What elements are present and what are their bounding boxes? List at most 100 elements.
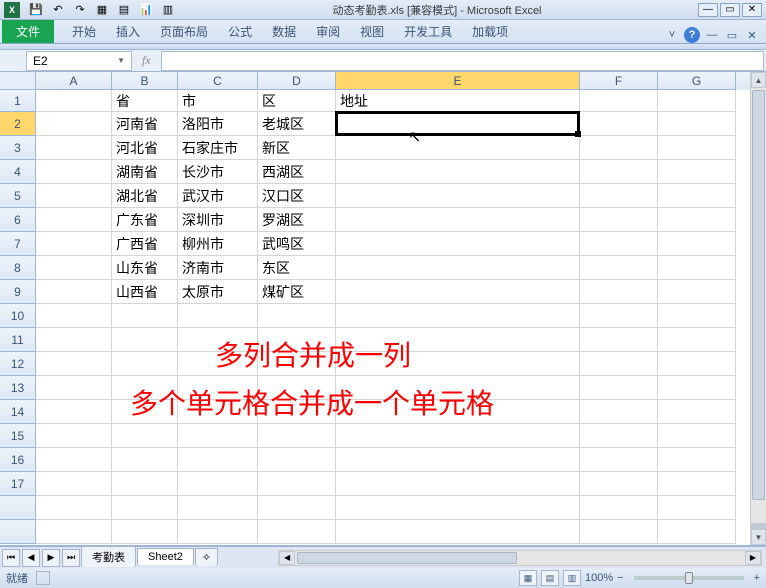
tab-view[interactable]: 视图 [350,20,394,43]
cell[interactable] [112,352,178,376]
cell[interactable] [36,160,112,184]
cell[interactable] [336,424,580,448]
maximize-button[interactable]: ▭ [720,3,740,17]
undo-icon[interactable]: ↶ [50,2,66,18]
row-head-5[interactable]: 5 [0,184,36,208]
cell[interactable] [580,352,658,376]
cell[interactable] [658,328,736,352]
cell[interactable] [580,304,658,328]
help-icon[interactable]: ? [684,27,700,43]
cell[interactable] [658,376,736,400]
view-normal-icon[interactable]: ▦ [519,570,537,586]
cell[interactable] [580,160,658,184]
cell[interactable] [580,496,658,520]
cell[interactable] [178,328,258,352]
row-head-9[interactable]: 9 [0,280,36,304]
cell[interactable] [112,304,178,328]
select-all-corner[interactable] [0,72,36,90]
cell[interactable] [658,472,736,496]
scroll-down-icon[interactable]: ▼ [751,529,766,545]
vscroll-thumb[interactable] [752,90,765,500]
col-head-F[interactable]: F [580,72,658,90]
cell[interactable] [580,208,658,232]
cell[interactable]: 深圳市 [178,208,258,232]
cell[interactable] [258,304,336,328]
row-head-16[interactable]: 16 [0,448,36,472]
tab-nav-next-icon[interactable]: ▶ [42,549,60,567]
cell[interactable] [580,90,658,112]
redo-icon[interactable]: ↷ [72,2,88,18]
cell[interactable] [336,448,580,472]
row-head-4[interactable]: 4 [0,160,36,184]
name-box[interactable]: E2 ▼ [26,51,132,71]
row-head-13[interactable]: 13 [0,376,36,400]
cell[interactable] [580,520,658,544]
sheet-tab-2[interactable]: Sheet2 [137,548,194,565]
cell[interactable]: 罗湖区 [258,208,336,232]
cell[interactable] [336,472,580,496]
cell[interactable] [112,496,178,520]
cell[interactable] [336,232,580,256]
horizontal-scrollbar[interactable]: ◀ ▶ [278,550,762,566]
cell[interactable] [178,472,258,496]
cell[interactable] [178,448,258,472]
cell[interactable] [658,256,736,280]
row-head-14[interactable]: 14 [0,400,36,424]
cell[interactable] [580,472,658,496]
cell[interactable] [258,520,336,544]
col-head-E[interactable]: E [336,72,580,90]
cell[interactable] [258,400,336,424]
cell[interactable] [112,376,178,400]
cell[interactable] [36,280,112,304]
qat-icon-3[interactable]: 📊 [138,2,154,18]
cell[interactable] [36,184,112,208]
cell[interactable] [36,232,112,256]
cell[interactable] [658,496,736,520]
cell[interactable] [658,208,736,232]
cell[interactable] [336,256,580,280]
cell[interactable] [336,328,580,352]
view-break-icon[interactable]: ▥ [563,570,581,586]
cell[interactable] [658,136,736,160]
hscroll-thumb[interactable] [297,552,517,564]
cell[interactable]: 长沙市 [178,160,258,184]
cell[interactable] [658,160,736,184]
tab-data[interactable]: 数据 [262,20,306,43]
workbook-close-icon[interactable]: ✕ [744,27,760,43]
cell[interactable] [658,90,736,112]
cell[interactable] [36,352,112,376]
cell[interactable]: 山东省 [112,256,178,280]
row-head-7[interactable]: 7 [0,232,36,256]
cell[interactable] [36,424,112,448]
cell[interactable]: 市 [178,90,258,112]
cell[interactable]: 老城区 [258,112,336,136]
cell[interactable] [36,304,112,328]
qat-icon-4[interactable]: ▥ [160,2,176,18]
tab-review[interactable]: 审阅 [306,20,350,43]
tab-home[interactable]: 开始 [62,20,106,43]
tab-addins[interactable]: 加载项 [462,20,518,43]
cell[interactable] [112,400,178,424]
cell[interactable]: 煤矿区 [258,280,336,304]
cell[interactable] [178,304,258,328]
workbook-restore-icon[interactable]: ▭ [724,27,740,43]
cell[interactable] [36,448,112,472]
cell[interactable] [336,304,580,328]
cell[interactable] [580,328,658,352]
cell[interactable] [112,448,178,472]
cell[interactable] [258,328,336,352]
cell[interactable] [258,376,336,400]
cell[interactable] [178,400,258,424]
cell[interactable] [658,424,736,448]
cell[interactable] [36,496,112,520]
cell[interactable] [658,520,736,544]
cell[interactable] [112,472,178,496]
cell[interactable] [580,400,658,424]
save-icon[interactable]: 💾 [28,2,44,18]
zoom-slider-knob[interactable] [685,572,693,584]
cell[interactable] [580,424,658,448]
cell[interactable] [658,304,736,328]
cell[interactable]: 武汉市 [178,184,258,208]
cell[interactable]: 省 [112,90,178,112]
file-tab[interactable]: 文件 [2,20,54,43]
